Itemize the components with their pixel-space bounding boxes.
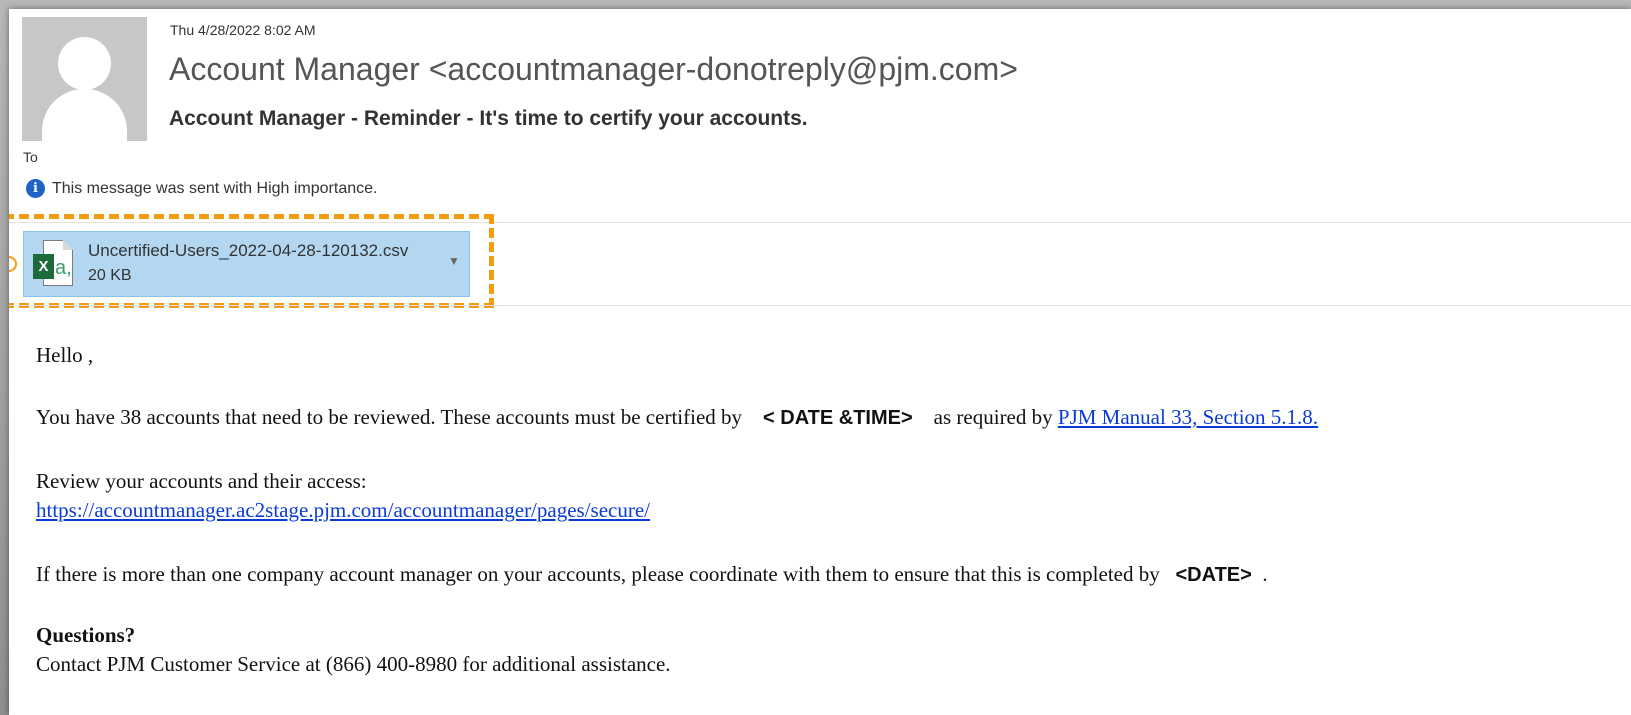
contact-text: Contact PJM Customer Service at (866) 40… (36, 652, 671, 676)
coordinate-suffix: . (1262, 562, 1268, 586)
coordinate-prefix: If there is more than one company accoun… (36, 562, 1160, 586)
pjm-manual-link[interactable]: PJM Manual 33, Section 5.1.8. (1058, 405, 1318, 429)
sender-avatar (22, 17, 147, 141)
review-instruction-text: Review your accounts and their access: (36, 469, 367, 493)
accounts-review-paragraph: You have 38 accounts that need to be rev… (36, 405, 1318, 430)
date-placeholder: <DATE> (1175, 564, 1252, 586)
avatar-head (58, 37, 111, 90)
screenshot-frame: Thu 4/28/2022 8:02 AM Account Manager <a… (0, 0, 1631, 715)
email-subject: Account Manager - Reminder - It's time t… (169, 107, 808, 130)
email-reading-pane: Thu 4/28/2022 8:02 AM Account Manager <a… (9, 9, 1631, 715)
importance-notice: i This message was sent with High import… (26, 179, 377, 198)
attachment-divider (9, 305, 1631, 306)
questions-heading: Questions? (36, 623, 136, 647)
info-icon: i (26, 179, 45, 198)
sender-name[interactable]: Account Manager <accountmanager-donotrep… (169, 51, 1018, 88)
line1-middle: as required by (933, 405, 1053, 429)
greeting-text: Hello , (36, 343, 94, 367)
attachment-highlight-box (9, 214, 494, 308)
to-label: To (23, 149, 38, 165)
line1-prefix: You have 38 accounts that need to be rev… (36, 405, 743, 429)
sent-date: Thu 4/28/2022 8:02 AM (170, 22, 316, 38)
avatar-body (42, 89, 127, 141)
review-url-line: https://accountmanager.ac2stage.pjm.com/… (36, 498, 650, 523)
importance-text: This message was sent with High importan… (52, 179, 378, 197)
account-manager-url-link[interactable]: https://accountmanager.ac2stage.pjm.com/… (36, 498, 650, 522)
date-time-placeholder: < DATE &TIME> (763, 407, 913, 429)
coordinate-paragraph: If there is more than one company accoun… (36, 562, 1268, 587)
